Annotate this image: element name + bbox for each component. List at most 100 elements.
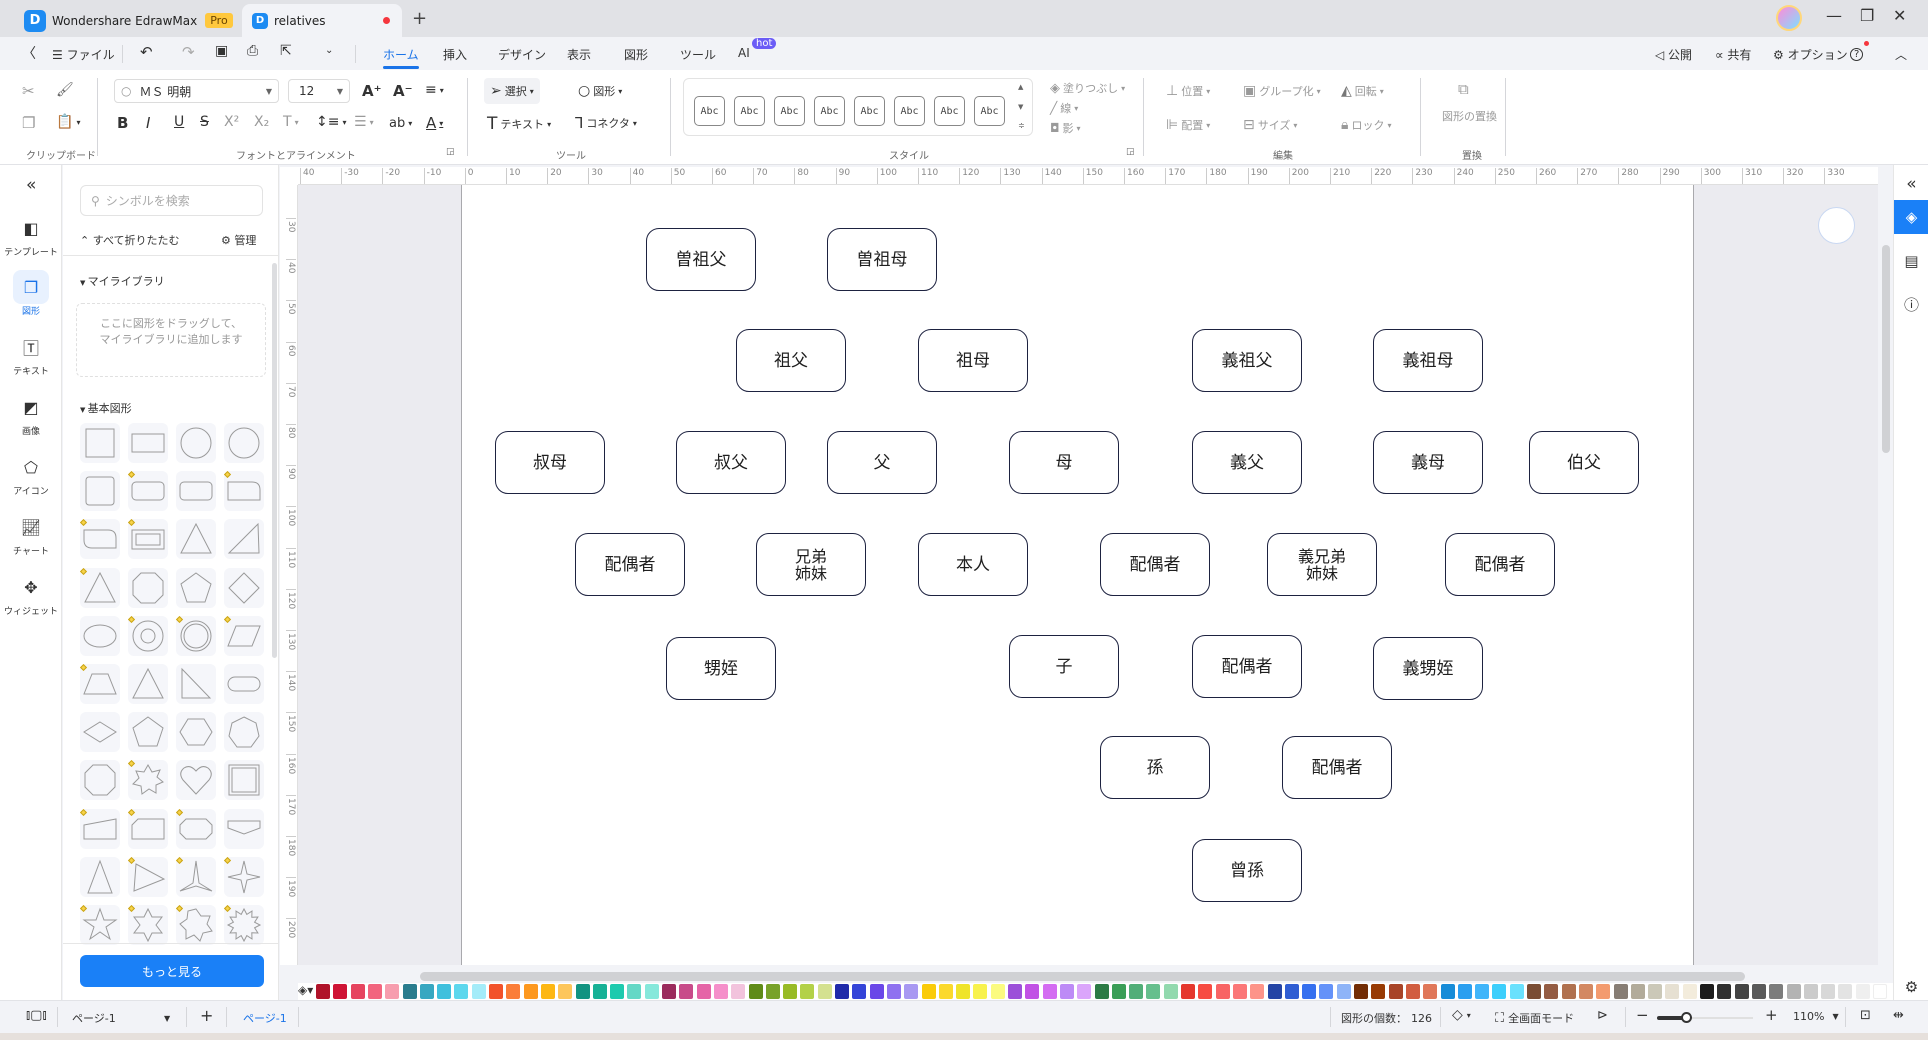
color-swatch[interactable] xyxy=(1181,984,1195,999)
layers-button[interactable]: ◇ ▾ xyxy=(1452,1007,1471,1023)
color-swatch[interactable] xyxy=(1838,984,1853,999)
node-great-grandchild[interactable]: 曾孫 xyxy=(1192,839,1302,902)
node-uncle-younger[interactable]: 叔父 xyxy=(676,431,786,494)
library-drop-zone[interactable]: ここに図形をドラッグして、マイライブラリに追加します xyxy=(76,303,266,377)
color-swatch[interactable] xyxy=(610,984,625,999)
shape-thumbnail-star8[interactable] xyxy=(127,760,168,801)
color-swatch[interactable] xyxy=(1232,984,1247,999)
node-great-grandfather[interactable]: 曽祖父 xyxy=(646,228,756,291)
font-family-select[interactable]: ○ ＭＳ 明朝 ▼ xyxy=(114,79,279,103)
rotate-button[interactable]: ◭ 回転 ▾ xyxy=(1341,83,1384,99)
color-swatch[interactable] xyxy=(696,984,711,999)
drawing-canvas[interactable]: 曽祖父 曽祖母 祖父 祖母 義祖父 義祖母 叔母 叔父父母義父 義母 伯父 配偶者 兄弟 姉妹 本人 配偶… xyxy=(298,185,1878,965)
node-spouse-in-law-sibling[interactable]: 配偶者 xyxy=(1445,533,1555,596)
gallery-expand-icon[interactable]: ≑ xyxy=(1018,121,1025,130)
app-tab[interactable]: Ⅾ Wondershare EdrawMax Pro xyxy=(24,4,234,37)
publish-button[interactable]: ◁ 公開 xyxy=(1655,46,1692,63)
paste-button[interactable]: 📋 ▾ xyxy=(56,114,80,130)
share-button[interactable]: ∝ 共有 xyxy=(1715,46,1751,63)
color-swatch[interactable] xyxy=(454,984,469,999)
shape-thumbnail-hexagon[interactable] xyxy=(176,712,216,753)
fullscreen-button[interactable]: ⛶ 全画面モード xyxy=(1495,1010,1574,1026)
font-size-select[interactable]: 12 ▼ xyxy=(288,79,350,103)
color-swatch[interactable] xyxy=(1111,984,1126,999)
shape-thumbnail-quad[interactable] xyxy=(79,808,120,849)
color-swatch[interactable] xyxy=(956,984,971,999)
color-swatch[interactable] xyxy=(1803,984,1818,999)
shape-thumbnail-star7[interactable] xyxy=(175,904,216,945)
shape-thumbnail-rounded-wide[interactable] xyxy=(127,471,168,512)
color-swatch[interactable] xyxy=(748,984,763,999)
tab-design[interactable]: デザイン xyxy=(498,46,546,63)
color-swatch[interactable] xyxy=(1457,984,1472,999)
shape-thumbnail-rounded-wide[interactable] xyxy=(176,471,216,512)
color-swatch[interactable] xyxy=(765,984,780,999)
color-swatch[interactable] xyxy=(644,984,659,999)
node-spouse-self[interactable]: 配偶者 xyxy=(1100,533,1210,596)
color-swatch[interactable] xyxy=(627,984,642,999)
color-swatch[interactable] xyxy=(1700,984,1714,999)
node-father[interactable]: 父 xyxy=(827,431,937,494)
color-swatch[interactable] xyxy=(1094,984,1109,999)
shape-thumbnail-circle[interactable] xyxy=(224,423,264,463)
zoom-out-button[interactable]: − xyxy=(1636,1006,1649,1024)
position-button[interactable]: ⊥ 位置 ▾ xyxy=(1166,83,1210,99)
fill-button[interactable]: ◈ 塗りつぶし ▾ xyxy=(1050,80,1125,96)
color-swatch[interactable] xyxy=(990,984,1005,999)
undo-button[interactable]: ↶ xyxy=(140,43,153,61)
color-swatch[interactable] xyxy=(1682,984,1697,999)
node-father-in-law[interactable]: 義父 xyxy=(1192,431,1302,494)
node-spouse-grandchild[interactable]: 配偶者 xyxy=(1282,736,1392,799)
rail-item-widget[interactable]: ✥ ウィジェット xyxy=(0,570,62,618)
cut-icon[interactable]: ✂ xyxy=(22,82,35,100)
floating-assistant-button[interactable] xyxy=(1818,207,1855,244)
color-swatch[interactable] xyxy=(921,984,936,999)
color-swatch[interactable] xyxy=(1388,984,1403,999)
color-swatch[interactable] xyxy=(316,984,330,999)
color-swatch[interactable] xyxy=(1405,984,1420,999)
back-button[interactable]: 〈 xyxy=(22,43,36,63)
drawing-page[interactable]: 曽祖父 曽祖母 祖父 祖母 義祖父 義祖母 叔母 叔父父母義父 義母 伯父 配偶者 兄弟 姉妹 本人 配偶… xyxy=(461,185,1694,965)
color-swatch[interactable] xyxy=(731,984,746,999)
my-library-section[interactable]: ▼ マイライブラリ xyxy=(80,273,165,289)
shape-thumbnail-triangle[interactable] xyxy=(176,519,216,560)
bullet-list-button[interactable]: ☰ ▾ xyxy=(354,114,374,130)
tab-view[interactable]: 表示 xyxy=(567,46,591,63)
page-properties-button[interactable]: ▤ xyxy=(1894,244,1928,278)
page-tab[interactable]: ページ-1 xyxy=(243,1010,287,1026)
color-swatch[interactable] xyxy=(973,984,988,999)
color-swatch[interactable] xyxy=(1527,984,1541,999)
shape-thumbnail-double-ring[interactable] xyxy=(175,615,216,656)
node-in-law-grandmother[interactable]: 義祖母 xyxy=(1373,329,1483,392)
manage-button[interactable]: ⚙ 管理 xyxy=(221,232,256,248)
shape-thumbnail-pill[interactable] xyxy=(224,664,264,704)
options-button[interactable]: ⚙ オプション xyxy=(1773,46,1848,63)
color-swatch[interactable] xyxy=(1129,984,1144,999)
shape-thumbnail-cut-rect2[interactable] xyxy=(175,808,216,849)
style-preset[interactable]: Abc xyxy=(894,96,925,126)
vertical-scrollbar[interactable] xyxy=(1882,245,1890,453)
color-swatch[interactable] xyxy=(592,984,607,999)
color-swatch[interactable] xyxy=(1025,984,1040,999)
color-swatch[interactable] xyxy=(1509,984,1524,999)
color-swatch[interactable] xyxy=(1786,984,1801,999)
select-tool-button[interactable]: ➢ 選択 ▾ xyxy=(484,78,540,104)
color-swatch[interactable] xyxy=(1717,984,1732,999)
shape-tool-button[interactable]: ○ 図形 ▾ xyxy=(578,83,622,99)
color-swatch[interactable] xyxy=(350,984,365,999)
color-swatch[interactable] xyxy=(938,984,953,999)
color-swatch[interactable] xyxy=(1423,984,1438,999)
color-swatch[interactable] xyxy=(713,984,728,999)
line-button[interactable]: ╱ 線 ▾ xyxy=(1050,100,1078,116)
node-self[interactable]: 本人 xyxy=(918,533,1028,596)
node-nephew-niece[interactable]: 甥姪 xyxy=(666,637,776,700)
tab-insert[interactable]: 挿入 xyxy=(443,46,467,63)
shape-thumbnail-octagon[interactable] xyxy=(80,760,120,801)
style-preset[interactable]: Abc xyxy=(854,96,885,126)
tab-home[interactable]: ホーム xyxy=(383,46,419,69)
color-swatch[interactable] xyxy=(869,984,884,999)
settings-button[interactable]: ⚙ xyxy=(1894,970,1928,1004)
more-quick-access-icon[interactable]: ⌄ xyxy=(325,45,333,56)
color-swatch[interactable] xyxy=(575,984,590,999)
color-swatch[interactable] xyxy=(800,984,815,999)
